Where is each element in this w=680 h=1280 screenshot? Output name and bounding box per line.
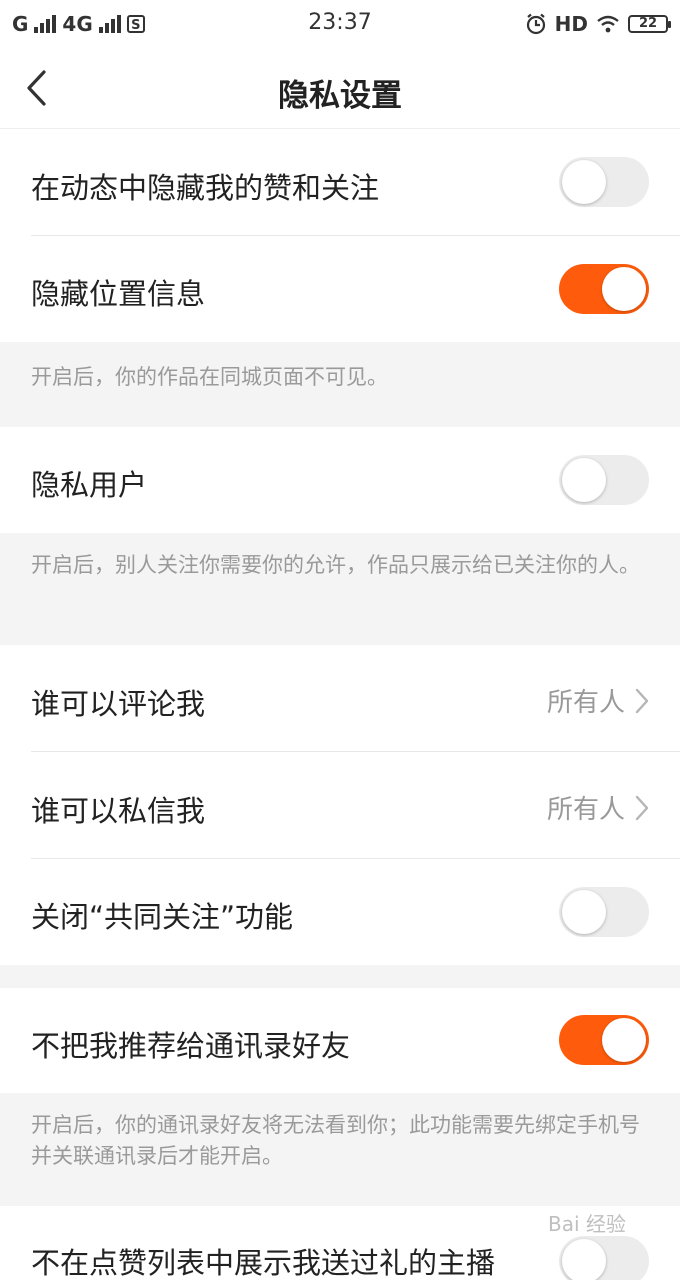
hint-private-user: 开启后，别人关注你需要你的允许，作品只展示给已关注你的人。	[31, 553, 640, 577]
toggle-no-recommend-contacts[interactable]	[559, 1015, 649, 1065]
toggle-hide-likes[interactable]	[559, 157, 649, 207]
setting-row-who-message[interactable]: 谁可以私信我 所有人	[0, 752, 680, 858]
hint-section: 开启后，你的通讯录好友将无法看到你；此功能需要先绑定手机号并关联通讯录后才能开启…	[0, 1093, 680, 1206]
setting-label: 不把我推荐给通讯录好友	[31, 1029, 351, 1063]
setting-label: 关闭“共同关注”功能	[31, 900, 294, 934]
setting-row-close-common-follow: 关闭“共同关注”功能	[0, 859, 680, 965]
setting-row-no-recommend-contacts: 不把我推荐给通讯录好友	[0, 988, 680, 1093]
who-comment-value[interactable]: 所有人	[547, 682, 649, 719]
toggle-knob	[562, 458, 606, 502]
setting-label: 隐藏位置信息	[31, 277, 206, 311]
who-message-value[interactable]: 所有人	[547, 789, 649, 826]
status-bar: G 4G S 23:37 HD 22	[0, 0, 680, 48]
toggle-hide-gift-anchor[interactable]	[559, 1236, 649, 1280]
section-spacer	[0, 965, 680, 988]
back-arrow-icon	[27, 70, 46, 106]
setting-row-private-user: 隐私用户	[0, 427, 680, 533]
hd-label: HD	[554, 12, 588, 36]
toggle-knob	[602, 1018, 646, 1062]
setting-row-who-comment[interactable]: 谁可以评论我 所有人	[0, 645, 680, 752]
page-title: 隐私设置	[278, 78, 402, 114]
nav-bar: 隐私设置	[0, 48, 680, 129]
toggle-knob	[602, 267, 646, 311]
hint-no-recommend-contacts: 开启后，你的通讯录好友将无法看到你；此功能需要先绑定手机号并关联通讯录后才能开启…	[31, 1113, 640, 1168]
toggle-private-user[interactable]	[559, 455, 649, 505]
chevron-right-icon	[635, 795, 649, 820]
toggle-knob	[562, 160, 606, 204]
toggle-knob	[562, 890, 606, 934]
setting-value: 所有人	[546, 795, 625, 825]
setting-label: 隐私用户	[31, 468, 148, 502]
setting-row-hide-likes: 在动态中隐藏我的赞和关注	[0, 129, 680, 236]
setting-label: 不在点赞列表中展示我送过礼的主播	[31, 1246, 496, 1280]
hint-hide-location: 开启后，你的作品在同城页面不可见。	[31, 365, 388, 389]
wifi-icon	[597, 15, 619, 33]
alarm-icon	[526, 13, 545, 35]
toggle-close-common-follow[interactable]	[559, 887, 649, 937]
hint-section: 开启后，你的作品在同城页面不可见。	[0, 342, 680, 427]
chevron-right-icon	[635, 688, 649, 713]
setting-row-hide-gift-anchor: 不在点赞列表中展示我送过礼的主播	[0, 1206, 680, 1280]
setting-value: 所有人	[546, 688, 625, 718]
setting-label: 谁可以评论我	[31, 687, 206, 721]
setting-label: 谁可以私信我	[31, 794, 206, 828]
back-button[interactable]	[14, 64, 58, 112]
status-right: HD 22	[525, 10, 671, 38]
battery-icon: 22	[628, 15, 671, 33]
setting-label: 在动态中隐藏我的赞和关注	[31, 171, 380, 205]
hint-section: 开启后，别人关注你需要你的允许，作品只展示给已关注你的人。	[0, 533, 680, 645]
toggle-hide-location[interactable]	[559, 264, 649, 314]
toggle-knob	[562, 1239, 606, 1280]
setting-row-hide-location: 隐藏位置信息	[0, 236, 680, 342]
